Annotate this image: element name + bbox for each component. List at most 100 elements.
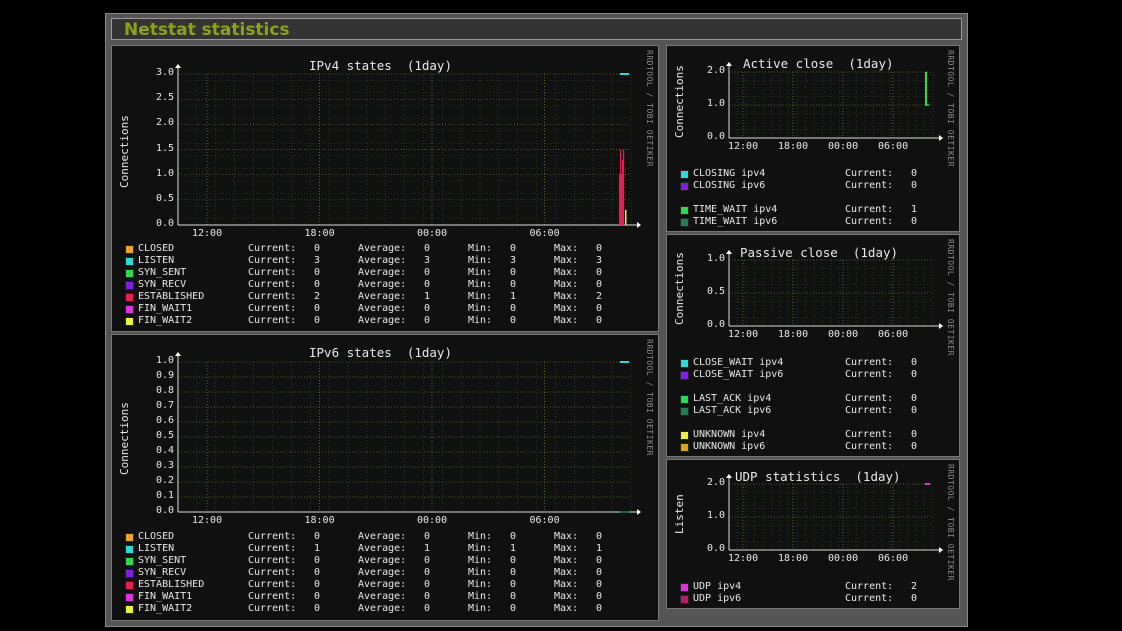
legend-current-label: Current: — [845, 581, 894, 592]
legend-current-value: 0 — [911, 393, 918, 404]
legend-current-value: 0 — [314, 279, 321, 290]
legend-max-value: 0 — [596, 567, 603, 578]
legend-current-label: Current: — [248, 579, 297, 590]
legend-max-label: Max: — [554, 555, 579, 566]
y-tick-label: 0.7 — [155, 400, 174, 411]
legend-series-name: UDP ipv6 — [693, 593, 742, 604]
legend-row: FIN_WAIT2 Current: 0 Average: 0 Min: 0 Max: 0 — [125, 315, 656, 327]
x-tick-label: 00:00 — [828, 553, 859, 564]
x-tick-label: 06:00 — [529, 515, 560, 526]
y-tick-label: 0.8 — [155, 385, 174, 396]
legend-average-label: Average: — [358, 255, 407, 266]
legend-current-value: 0 — [314, 555, 321, 566]
legend-average-label: Average: — [358, 603, 407, 614]
legend-row: LISTEN Current: 1 Average: 1 Min: 1 Max: 1 — [125, 543, 656, 555]
established-spike — [623, 149, 625, 225]
legend-current-value: 2 — [911, 581, 918, 592]
legend-min-label: Min: — [468, 579, 493, 590]
x-tick-label: 12:00 — [192, 228, 223, 239]
y-axis-arrow — [175, 64, 181, 68]
legend-swatch — [125, 293, 134, 302]
y-tick-label: 0.1 — [155, 490, 174, 501]
x-axis-arrow — [939, 547, 943, 553]
legend-swatch — [125, 317, 134, 326]
legend-current-label: Current: — [248, 303, 297, 314]
legend-average-label: Average: — [358, 303, 407, 314]
y-tick-label: 0.3 — [155, 460, 174, 471]
legend-current-label: Current: — [845, 357, 894, 368]
legend-swatch — [680, 359, 689, 368]
legend-current-value: 0 — [314, 303, 321, 314]
legend-series-name: FIN_WAIT2 — [138, 603, 193, 614]
x-tick-label: 06:00 — [878, 141, 909, 152]
y-axis-arrow — [726, 62, 732, 66]
legend-current-value: 0 — [911, 369, 918, 380]
legend-series-name: ESTABLISHED — [138, 291, 205, 302]
legend-swatch — [680, 371, 689, 380]
legend-swatch — [125, 281, 134, 290]
legend-min-value: 0 — [510, 567, 517, 578]
legend-average-label: Average: — [358, 591, 407, 602]
legend-max-value: 3 — [596, 255, 603, 266]
legend-current-value: 0 — [314, 267, 321, 278]
page-title: Netstat statistics — [124, 20, 290, 40]
x-tick-label: 00:00 — [828, 141, 859, 152]
legend-max-label: Max: — [554, 567, 579, 578]
legend-row: TIME_WAIT ipv4 Current: 1 — [680, 204, 957, 216]
legend-series-name: LISTEN — [138, 543, 175, 554]
legend-current-label: Current: — [248, 255, 297, 266]
legend-row: SYN_SENT Current: 0 Average: 0 Min: 0 Max: 0 — [125, 267, 656, 279]
legend-average-label: Average: — [358, 579, 407, 590]
legend-min-value: 0 — [510, 243, 517, 254]
legend-min-value: 0 — [510, 603, 517, 614]
legend-max-label: Max: — [554, 531, 579, 542]
legend-max-value: 0 — [596, 303, 603, 314]
legend-max-label: Max: — [554, 243, 579, 254]
legend-min-label: Min: — [468, 531, 493, 542]
legend-average-value: 0 — [424, 315, 431, 326]
legend-current-value: 0 — [911, 593, 918, 604]
legend-min-label: Min: — [468, 303, 493, 314]
active-close-panel: Active close (1day) Connections RRDTOOL / … — [666, 45, 960, 232]
legend-min-label: Min: — [468, 267, 493, 278]
legend-series-name: FIN_WAIT2 — [138, 315, 193, 326]
legend-series-name: SYN_RECV — [138, 567, 187, 578]
legend-current-label: Current: — [845, 593, 894, 604]
legend-min-value: 0 — [510, 315, 517, 326]
legend-current-label: Current: — [248, 555, 297, 566]
legend-row: CLOSING ipv4 Current: 0 — [680, 168, 957, 180]
legend-swatch — [125, 257, 134, 266]
x-axis-arrow — [637, 222, 641, 228]
legend-series-name: SYN_SENT — [138, 267, 187, 278]
legend-current-value: 0 — [911, 441, 918, 452]
legend-current-value: 0 — [911, 405, 918, 416]
legend-swatch — [125, 305, 134, 314]
legend-row: LAST_ACK ipv4 Current: 0 — [680, 393, 957, 405]
legend-min-value: 0 — [510, 267, 517, 278]
legend-swatch — [680, 395, 689, 404]
legend-series-name: CLOSE_WAIT ipv4 — [693, 357, 784, 368]
legend-min-label: Min: — [468, 279, 493, 290]
ipv6-states-panel: IPv6 states (1day) Connections RRDTOOL / T… — [111, 334, 659, 621]
x-tick-label: 00:00 — [417, 228, 448, 239]
legend-min-label: Min: — [468, 291, 493, 302]
ipv4-states-panel: IPv4 states (1day) Connections RRDTOOL / T… — [111, 45, 659, 332]
x-tick-label: 18:00 — [778, 553, 809, 564]
legend-series-name: UNKNOWN ipv4 — [693, 429, 766, 440]
legend-series-name: CLOSING ipv4 — [693, 168, 766, 179]
legend-max-label: Max: — [554, 315, 579, 326]
y-tick-label: 0.0 — [706, 131, 725, 142]
legend-row: FIN_WAIT2 Current: 0 Average: 0 Min: 0 Max: 0 — [125, 603, 656, 615]
x-tick-label: 00:00 — [417, 515, 448, 526]
legend-row: FIN_WAIT1 Current: 0 Average: 0 Min: 0 Max: 0 — [125, 591, 656, 603]
legend-current-label: Current: — [845, 369, 894, 380]
legend-max-value: 0 — [596, 591, 603, 602]
legend-max-label: Max: — [554, 267, 579, 278]
legend-average-value: 0 — [424, 603, 431, 614]
y-tick-label: 1.0 — [155, 355, 174, 366]
legend-row: CLOSED Current: 0 Average: 0 Min: 0 Max: 0 — [125, 243, 656, 255]
y-tick-label: 0.0 — [706, 319, 725, 330]
legend-swatch — [680, 218, 689, 227]
x-tick-label: 18:00 — [304, 228, 335, 239]
y-tick-label: 2.0 — [155, 117, 174, 129]
